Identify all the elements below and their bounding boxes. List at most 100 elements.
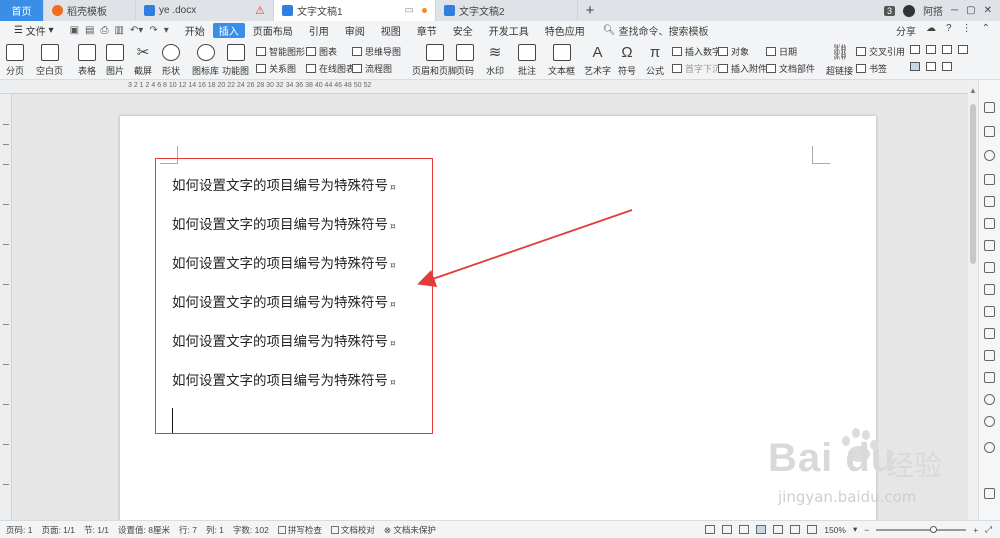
tab-docer[interactable]: 稻壳模板 [44, 0, 136, 21]
layout-icon[interactable] [910, 62, 920, 71]
cursor-icon[interactable] [984, 126, 995, 137]
collapse-ribbon-icon[interactable]: ⌃ [982, 23, 990, 38]
outline-view-icon[interactable] [773, 525, 784, 534]
relation-chart-button[interactable]: 关系图 [256, 62, 296, 75]
attachment-button[interactable]: 插入附件 [718, 62, 767, 75]
picture-button[interactable]: 图片 [106, 44, 124, 77]
backup-icon[interactable] [984, 350, 995, 361]
vertical-scrollbar[interactable]: ▲ [968, 80, 978, 520]
hyperlink-button[interactable]: ⛓ 超链接 [826, 44, 853, 77]
scroll-up-icon[interactable]: ▲ [969, 86, 977, 95]
zoom-slider-knob[interactable] [930, 525, 938, 533]
new-tab-button[interactable]: + [578, 0, 602, 21]
menu-security[interactable]: 安全 [445, 21, 481, 40]
share-button[interactable]: 分享 [896, 23, 916, 38]
style-icon[interactable] [984, 174, 995, 185]
layout-icon[interactable] [926, 45, 936, 54]
menu-insert[interactable]: 插入 [212, 23, 245, 38]
layout-icon[interactable] [910, 45, 920, 54]
command-search[interactable]: 🔍︎ 查找命令、搜索模板 [593, 23, 709, 38]
menu-section[interactable]: 章节 [409, 21, 445, 40]
menu-page-layout[interactable]: 页面布局 [245, 21, 301, 40]
web-view-icon[interactable] [790, 525, 801, 534]
menu-start[interactable]: 开始 [177, 21, 213, 40]
share-panel-icon[interactable] [984, 328, 995, 339]
more-icon[interactable]: ▾ [164, 25, 169, 36]
history-icon[interactable] [984, 416, 995, 427]
redo-icon[interactable]: ↷ [149, 25, 157, 36]
watermark-button[interactable]: ≋ 水印 [486, 44, 504, 77]
screenshot-button[interactable]: ✂ 截屏 [134, 44, 152, 77]
cloud-icon[interactable]: ☁ [926, 23, 936, 38]
formula-button[interactable]: π 公式 [646, 44, 664, 77]
eye-protect-icon[interactable] [807, 525, 818, 534]
layout-icon[interactable] [942, 45, 952, 54]
cross-reference-button[interactable]: 交叉引用 [856, 45, 905, 58]
shapes-icon[interactable] [984, 150, 995, 161]
doc-parts-button[interactable]: 文档部件 [766, 62, 815, 75]
minimize-icon[interactable]: ─ [951, 5, 958, 16]
zoom-level[interactable]: 150% [824, 525, 846, 535]
user-name[interactable]: 阿搭 [923, 3, 943, 18]
avatar[interactable] [903, 4, 916, 17]
menu-features[interactable]: 特色应用 [537, 21, 593, 40]
table-button[interactable]: 表格 [78, 44, 96, 77]
edit-icon[interactable] [984, 102, 995, 113]
mindmap-button[interactable]: 思维导图 [352, 45, 401, 58]
comment-button[interactable]: 批注 [518, 44, 536, 77]
doc-protect-status[interactable]: ⊗ 文档未保护 [384, 524, 436, 536]
menu-developer[interactable]: 开发工具 [481, 21, 537, 40]
pen-icon[interactable] [739, 525, 750, 534]
export-pdf-icon[interactable]: ▤ [85, 25, 94, 36]
tab-document-2[interactable]: 文字文稿2 [436, 0, 578, 21]
tab-home[interactable]: 首页 [0, 0, 44, 21]
more-options-icon[interactable]: ⋮ [962, 23, 972, 38]
image-panel-icon[interactable] [984, 218, 995, 229]
save-icon[interactable]: ▣ [70, 25, 79, 36]
table-panel-icon[interactable] [984, 196, 995, 207]
shape-button[interactable]: 形状 [162, 44, 180, 77]
icon-library-button[interactable]: 图标库 [192, 44, 219, 77]
print-icon[interactable]: ⎙ [100, 25, 108, 36]
smart-art-button[interactable]: 智能图形 [256, 45, 305, 58]
vertical-ruler[interactable] [0, 94, 12, 520]
layout-icon[interactable] [942, 62, 952, 71]
layout-icon[interactable] [958, 45, 968, 54]
flowchart-button[interactable]: 流程图 [352, 62, 392, 75]
menu-view[interactable]: 视图 [373, 21, 409, 40]
chart-panel-icon[interactable] [984, 240, 995, 251]
status-word-count[interactable]: 字数: 102 [233, 524, 269, 536]
tab-ye-docx[interactable]: ye .docx ⚠ [136, 0, 274, 21]
spell-check-toggle[interactable]: 拼写检查 [277, 524, 322, 536]
symbol-button[interactable]: Ω 符号 [618, 44, 636, 77]
maximize-icon[interactable]: ▢ [966, 5, 975, 16]
scrollbar-thumb[interactable] [970, 104, 976, 264]
bookmark-button[interactable]: 书签 [856, 62, 887, 75]
date-button[interactable]: 日期 [766, 45, 797, 58]
page-break-button[interactable]: 分页 [6, 44, 24, 77]
wordart-button[interactable]: A 艺术字 [584, 44, 611, 77]
translate-icon[interactable] [984, 262, 995, 273]
zoom-dropdown-icon[interactable]: ▾ [853, 524, 857, 535]
print-preview-icon[interactable]: ▥ [114, 25, 123, 36]
doc-proof-button[interactable]: 文档校对 [330, 524, 375, 536]
help-panel-icon[interactable] [984, 442, 995, 453]
text-icon[interactable] [984, 284, 995, 295]
zoom-in-icon[interactable]: + [973, 525, 978, 535]
tab-count-badge[interactable]: 3 [884, 5, 896, 16]
help-icon[interactable]: ? [946, 23, 952, 38]
zoom-slider[interactable] [876, 525, 967, 533]
textbox-button[interactable]: 文本框 [548, 44, 575, 77]
layout-icon[interactable] [926, 62, 936, 71]
zoom-out-icon[interactable]: − [864, 525, 869, 535]
fullscreen-icon[interactable] [705, 525, 716, 534]
header-footer-button[interactable]: 页眉和页脚 [412, 44, 457, 77]
blank-page-button[interactable]: 空白页 [36, 44, 63, 77]
file-menu[interactable]: ☰ 文件 ▾ [6, 21, 62, 40]
function-chart-button[interactable]: 功能图 [222, 44, 249, 77]
menu-references[interactable]: 引用 [301, 21, 337, 40]
image-icon[interactable] [984, 372, 995, 383]
page-number-button[interactable]: 页码 [456, 44, 474, 77]
chart-button[interactable]: 图表 [306, 45, 337, 58]
online-chart-button[interactable]: 在线图表 [306, 62, 355, 75]
